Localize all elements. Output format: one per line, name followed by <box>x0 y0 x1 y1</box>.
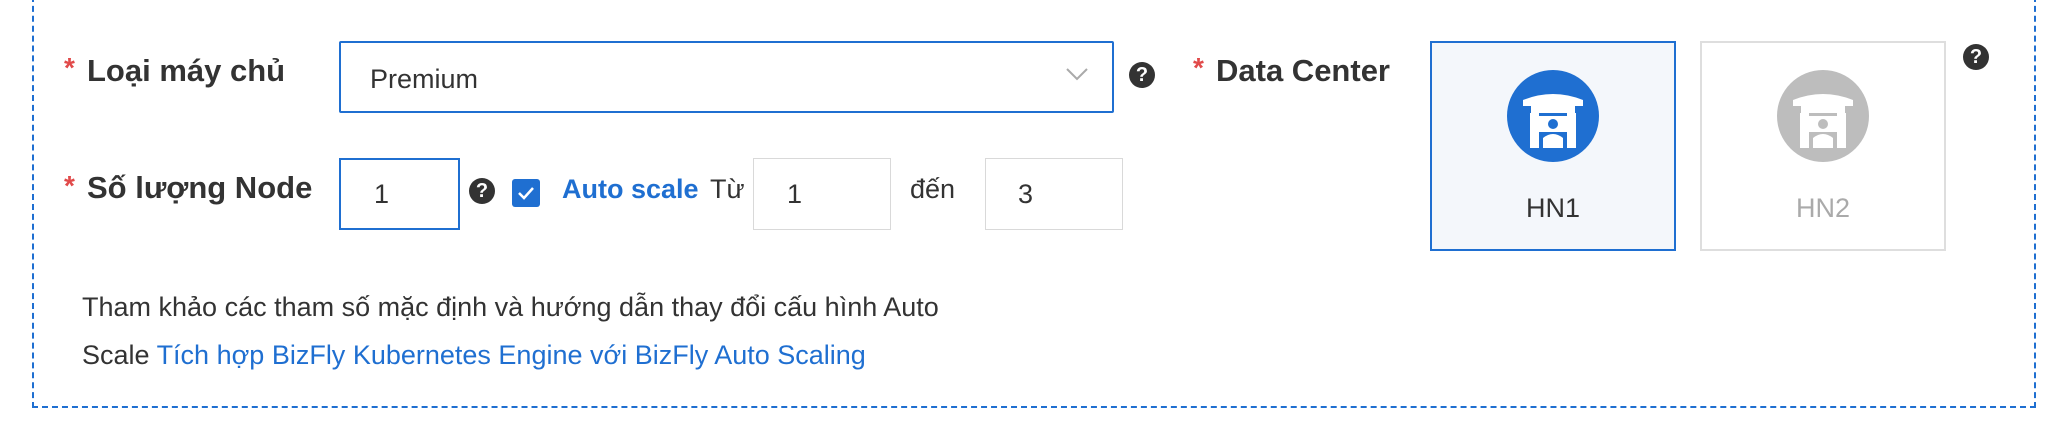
server-type-label: Loại máy chủ <box>87 53 286 88</box>
data-center-name: HN2 <box>1795 193 1850 223</box>
max-nodes-input[interactable]: 3 <box>985 158 1123 230</box>
to-label: đến <box>910 174 956 204</box>
gate-icon <box>1777 70 1869 162</box>
checkmark-icon <box>518 187 534 200</box>
chevron-down-icon <box>1066 68 1088 81</box>
help-icon[interactable]: ? <box>1963 44 1989 70</box>
help-icon[interactable]: ? <box>469 178 495 204</box>
auto-scale-label[interactable]: Auto scale <box>562 174 699 205</box>
node-count-input[interactable]: 1 <box>339 158 460 230</box>
data-center-hn2-card[interactable]: HN2 <box>1700 41 1946 251</box>
auto-scale-checkbox[interactable] <box>512 179 540 207</box>
note-prefix: Scale <box>82 340 157 370</box>
required-mark: * <box>1193 52 1204 83</box>
from-label: Từ <box>710 174 745 204</box>
help-icon[interactable]: ? <box>1129 62 1155 88</box>
required-mark: * <box>64 170 75 201</box>
required-mark: * <box>64 52 75 83</box>
data-center-hn1-card[interactable]: HN1 <box>1430 41 1676 251</box>
note-line1: Tham khảo các tham số mặc định và hướng … <box>82 292 939 322</box>
note-line2: Scale Tích hợp BizFly Kubernetes Engine … <box>82 331 939 379</box>
min-nodes-input[interactable]: 1 <box>753 158 891 230</box>
auto-scale-note: Tham khảo các tham số mặc định và hướng … <box>82 283 939 379</box>
gate-icon <box>1507 70 1599 162</box>
server-type-select[interactable]: Premium <box>339 41 1114 113</box>
data-center-label: Data Center <box>1216 53 1390 88</box>
guide-link[interactable]: Tích hợp BizFly Kubernetes Engine với Bi… <box>157 340 866 370</box>
server-type-value: Premium <box>370 64 479 94</box>
data-center-name: HN1 <box>1525 193 1580 223</box>
node-count-label: Số lượng Node <box>87 170 313 205</box>
